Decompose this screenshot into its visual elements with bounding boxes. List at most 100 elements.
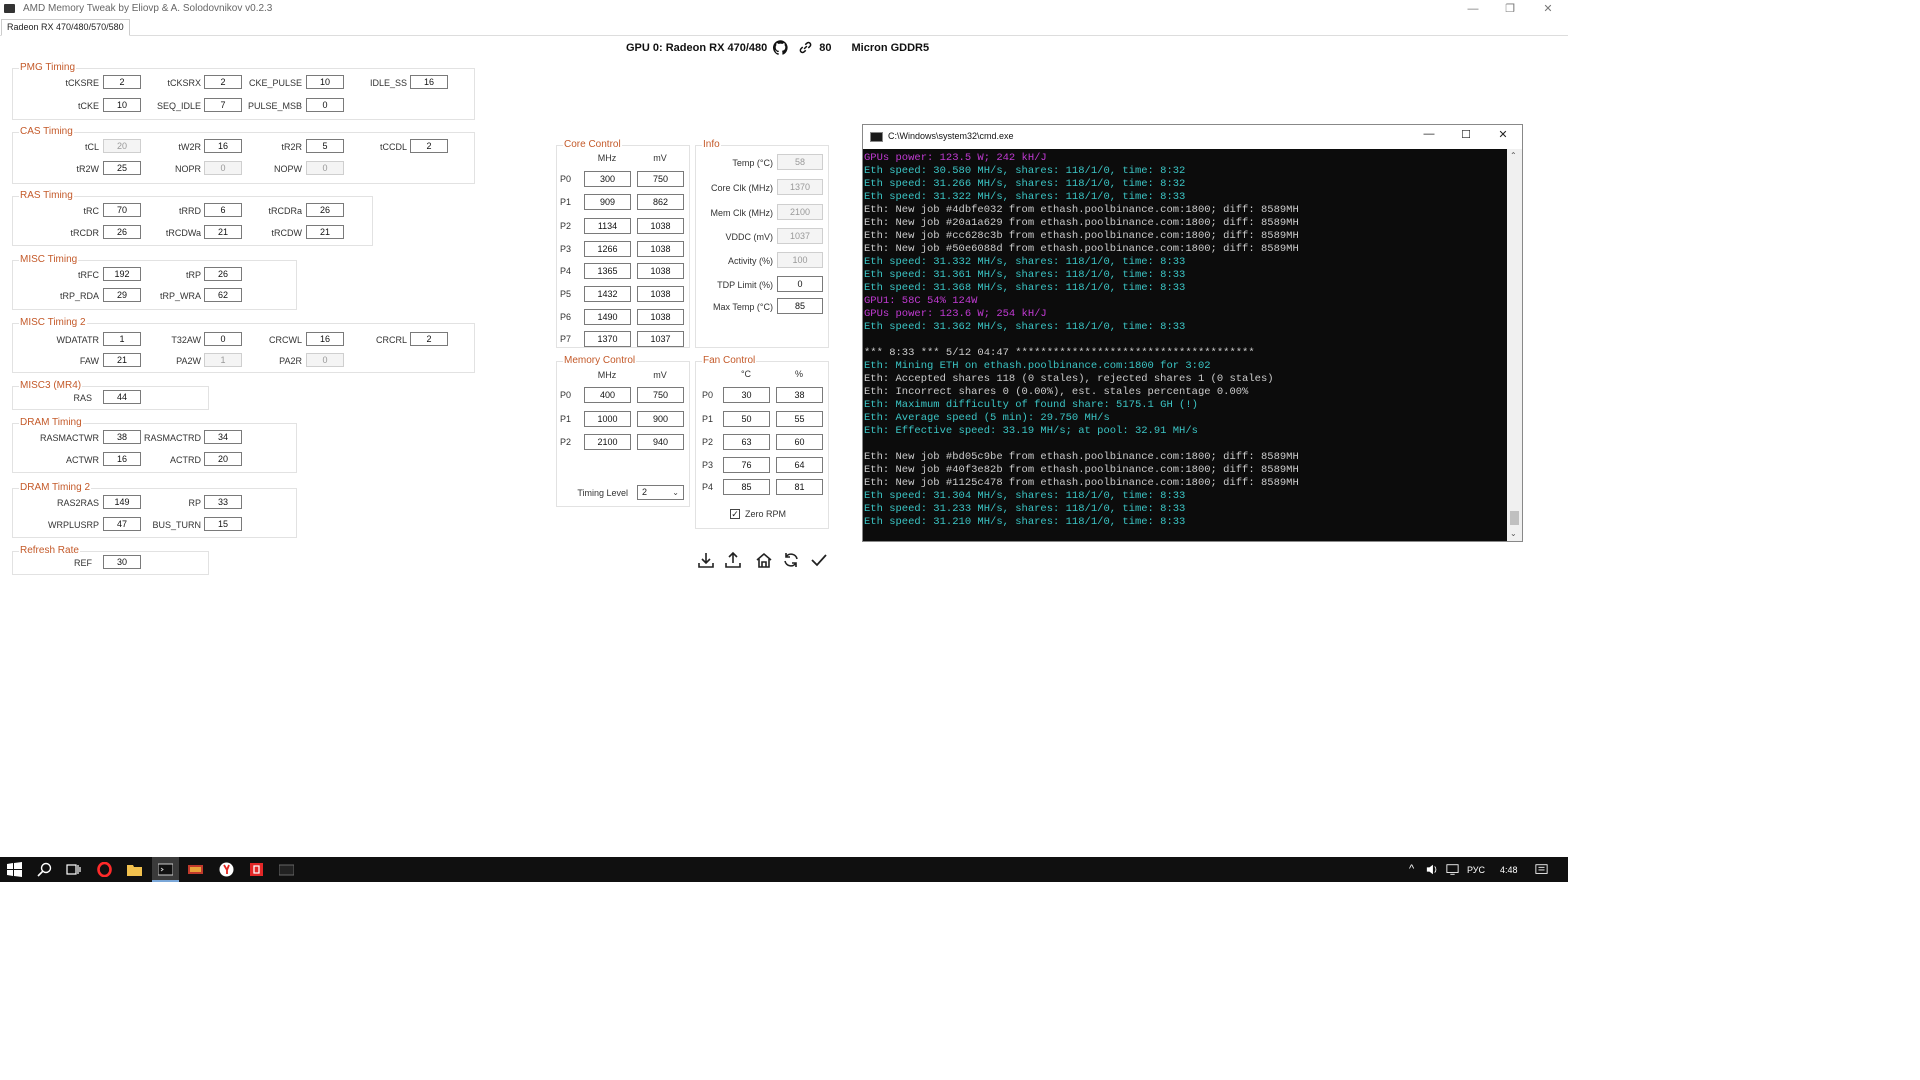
input-tr2w[interactable]: 25 — [103, 161, 141, 175]
app-taskbar-icon[interactable] — [188, 862, 203, 877]
app-red-icon[interactable] — [249, 862, 264, 877]
input-rasmactrd[interactable]: 34 — [204, 430, 242, 444]
search-icon[interactable] — [37, 862, 52, 877]
zero-rpm-checkbox[interactable]: ✓ — [730, 509, 740, 519]
input-cke-pulse[interactable]: 10 — [306, 75, 344, 89]
language-indicator[interactable]: РУС — [1467, 865, 1485, 875]
input-wrplusrp[interactable]: 47 — [103, 517, 141, 531]
input-trcdwa[interactable]: 21 — [204, 225, 242, 239]
input-trc[interactable]: 70 — [103, 203, 141, 217]
input-rp[interactable]: 33 — [204, 495, 242, 509]
notification-icon[interactable] — [1535, 863, 1548, 876]
core-mv-input[interactable]: 1038 — [637, 218, 684, 234]
input-faw[interactable]: 21 — [103, 353, 141, 367]
input-trcdw[interactable]: 21 — [306, 225, 344, 239]
core-mhz-input[interactable]: 1370 — [584, 331, 631, 347]
core-mv-input[interactable]: 1037 — [637, 331, 684, 347]
core-mv-input[interactable]: 750 — [637, 171, 684, 187]
tray-chevron-icon[interactable]: ^ — [1409, 863, 1414, 875]
input-tw2r[interactable]: 16 — [204, 139, 242, 153]
tab-gpu[interactable]: Radeon RX 470/480/570/580 — [1, 19, 130, 36]
core-mhz-input[interactable]: 300 — [584, 171, 631, 187]
input-tccdl[interactable]: 2 — [410, 139, 448, 153]
timing-level-select[interactable]: 2 ⌄ — [637, 485, 684, 500]
input-tdp-limit[interactable]: 0 — [777, 276, 823, 292]
fan-celsius-input[interactable]: 30 — [723, 387, 770, 403]
explorer-icon[interactable] — [127, 862, 142, 877]
input-t32aw[interactable]: 0 — [204, 332, 242, 346]
scroll-down-icon[interactable]: ⌄ — [1510, 529, 1517, 538]
task-view-icon[interactable] — [66, 862, 81, 877]
core-mhz-input[interactable]: 909 — [584, 194, 631, 210]
core-mhz-input[interactable]: 1266 — [584, 241, 631, 257]
input-trp[interactable]: 26 — [204, 267, 242, 281]
core-mhz-input[interactable]: 1490 — [584, 309, 631, 325]
core-mhz-input[interactable]: 1432 — [584, 286, 631, 302]
input-pulse-msb[interactable]: 0 — [306, 98, 344, 112]
input-trp-wra[interactable]: 62 — [204, 288, 242, 302]
fan-percent-input[interactable]: 38 — [776, 387, 823, 403]
fan-celsius-input[interactable]: 63 — [723, 434, 770, 450]
cmd-output[interactable]: GPUs power: 123.5 W; 242 kH/J Eth speed: … — [864, 149, 1506, 541]
input-ras2ras[interactable]: 149 — [103, 495, 141, 509]
terminal-taskbar-icon[interactable] — [279, 862, 294, 877]
memory-mv-input[interactable]: 750 — [637, 387, 684, 403]
fan-percent-input[interactable]: 81 — [776, 479, 823, 495]
fan-celsius-input[interactable]: 50 — [723, 411, 770, 427]
core-mv-input[interactable]: 1038 — [637, 241, 684, 257]
input-trp-rda[interactable]: 29 — [103, 288, 141, 302]
cmd-scrollbar[interactable]: ⌃ ⌄ — [1507, 149, 1522, 541]
fan-percent-input[interactable]: 60 — [776, 434, 823, 450]
volume-icon[interactable] — [1426, 863, 1439, 876]
core-mv-input[interactable]: 862 — [637, 194, 684, 210]
memory-mv-input[interactable]: 940 — [637, 434, 684, 450]
input-max-temp[interactable]: 85 — [777, 298, 823, 314]
opera-icon[interactable] — [97, 862, 112, 877]
core-mv-input[interactable]: 1038 — [637, 309, 684, 325]
core-mv-input[interactable]: 1038 — [637, 286, 684, 302]
input-trcdr[interactable]: 26 — [103, 225, 141, 239]
input-actrd[interactable]: 20 — [204, 452, 242, 466]
cmd-minimize-button[interactable]: — — [1417, 128, 1441, 145]
core-mhz-input[interactable]: 1134 — [584, 218, 631, 234]
restore-button[interactable]: ❐ — [1492, 0, 1528, 18]
core-mv-input[interactable]: 1038 — [637, 263, 684, 279]
fan-celsius-input[interactable]: 76 — [723, 457, 770, 473]
close-button[interactable]: ✕ — [1530, 0, 1566, 18]
input-rasmactwr[interactable]: 38 — [103, 430, 141, 444]
minimize-button[interactable]: — — [1455, 0, 1491, 18]
home-icon[interactable] — [755, 551, 773, 569]
input-idle-ss[interactable]: 16 — [410, 75, 448, 89]
input-trfc[interactable]: 192 — [103, 267, 141, 281]
input-trcdra[interactable]: 26 — [306, 203, 344, 217]
cmd-close-button[interactable]: ✕ — [1491, 128, 1515, 145]
start-icon[interactable] — [7, 862, 22, 877]
input-ras[interactable]: 44 — [103, 390, 141, 404]
input-bus-turn[interactable]: 15 — [204, 517, 242, 531]
download-icon[interactable] — [697, 551, 715, 569]
input-trrd[interactable]: 6 — [204, 203, 242, 217]
cmd-taskbar-icon[interactable] — [158, 862, 173, 877]
input-crcrl[interactable]: 2 — [410, 332, 448, 346]
core-mhz-input[interactable]: 1365 — [584, 263, 631, 279]
input-crcwl[interactable]: 16 — [306, 332, 344, 346]
input-wdatatr[interactable]: 1 — [103, 332, 141, 346]
input-ref[interactable]: 30 — [103, 555, 141, 569]
input-actwr[interactable]: 16 — [103, 452, 141, 466]
input-seq-idle[interactable]: 7 — [204, 98, 242, 112]
fan-percent-input[interactable]: 64 — [776, 457, 823, 473]
apply-icon[interactable] — [810, 551, 828, 569]
upload-icon[interactable] — [724, 551, 742, 569]
memory-mhz-input[interactable]: 400 — [584, 387, 631, 403]
memory-mhz-input[interactable]: 2100 — [584, 434, 631, 450]
scroll-up-icon[interactable]: ⌃ — [1510, 151, 1517, 160]
yandex-icon[interactable] — [219, 862, 234, 877]
memory-mv-input[interactable]: 900 — [637, 411, 684, 427]
input-tcksrx[interactable]: 2 — [204, 75, 242, 89]
input-tr2r[interactable]: 5 — [306, 139, 344, 153]
fan-celsius-input[interactable]: 85 — [723, 479, 770, 495]
refresh-icon[interactable] — [782, 551, 800, 569]
scrollbar-thumb[interactable] — [1510, 511, 1519, 525]
network-icon[interactable] — [1446, 863, 1459, 876]
input-tcksre[interactable]: 2 — [103, 75, 141, 89]
